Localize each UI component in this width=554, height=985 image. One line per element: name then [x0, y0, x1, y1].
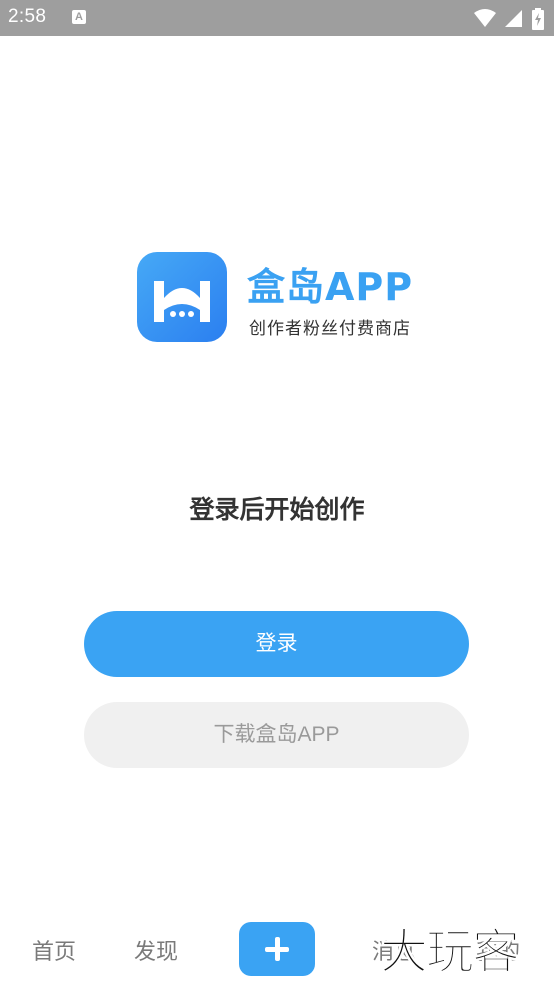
brand-tagline: 创作者粉丝付费商店	[249, 319, 411, 339]
wifi-icon	[473, 9, 496, 27]
nav-home[interactable]: 首页	[32, 934, 76, 966]
nav-discover[interactable]: 发现	[134, 934, 178, 966]
download-app-button[interactable]: 下载盒岛APP	[84, 702, 469, 768]
brand-name: 盒岛APP	[247, 265, 414, 309]
add-button[interactable]	[239, 922, 315, 976]
notification-icon: A	[72, 10, 86, 24]
cell-signal-icon	[504, 10, 522, 27]
status-bar: 2:58 A	[0, 0, 554, 36]
status-time: 2:58	[8, 6, 47, 27]
app-logo-icon	[137, 252, 227, 342]
login-prompt: 登录后开始创作	[189, 495, 365, 524]
login-button[interactable]: 登录	[84, 611, 469, 677]
watermark: 大玩客	[379, 924, 520, 981]
battery-icon	[532, 8, 544, 30]
status-icons	[470, 8, 544, 30]
